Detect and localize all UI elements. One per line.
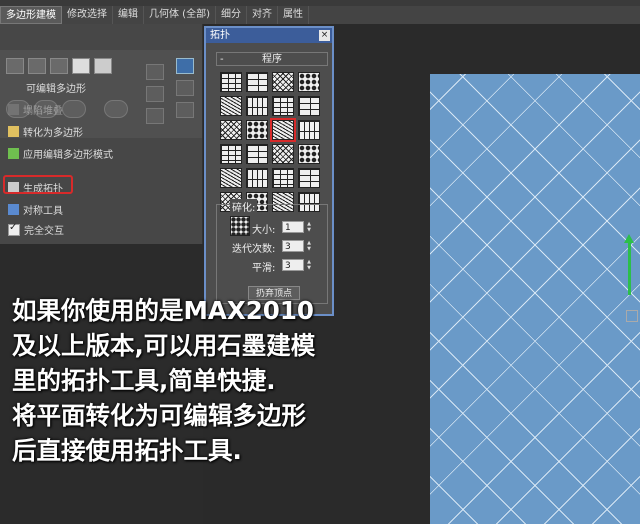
fragmentation-label: 碎化:: [230, 199, 258, 214]
tab-modify-selection[interactable]: 修改选择: [62, 6, 113, 24]
smooth-label: 平滑:: [252, 263, 276, 274]
pattern-tile[interactable]: [272, 144, 294, 164]
pattern-grid: [220, 72, 324, 212]
caption-line: 将平面转化为可编辑多边形: [12, 401, 306, 430]
polygon-mode-icon[interactable]: [72, 58, 90, 74]
smooth-spinner-arrows-icon[interactable]: ▲ ▼: [306, 259, 312, 271]
tab-edit[interactable]: 编辑: [113, 6, 144, 24]
size-label: 大小:: [252, 225, 276, 236]
tab-polygon-modeling[interactable]: 多边形建模: [0, 6, 62, 24]
pattern-tile[interactable]: [298, 96, 320, 116]
pattern-tile[interactable]: [272, 72, 294, 92]
symmetry-icon: [8, 204, 19, 215]
collapse-stack-command[interactable]: 塌陷堆叠: [8, 102, 63, 117]
pattern-tile[interactable]: [220, 72, 242, 92]
caption-line: 如果你使用的是MAX2010: [12, 296, 314, 325]
vertex-mode-icon[interactable]: [6, 58, 24, 74]
convert-to-poly-command[interactable]: 转化为多边形: [8, 124, 83, 139]
toggle-modifier-icon[interactable]: [62, 100, 86, 118]
tab-geometry-all[interactable]: 几何体 (全部): [144, 6, 216, 24]
border-mode-icon[interactable]: [50, 58, 68, 74]
symmetry-tools-command[interactable]: 对称工具: [8, 202, 63, 217]
pattern-tile[interactable]: [298, 168, 320, 188]
pin-stack-icon[interactable]: [146, 86, 164, 102]
pattern-tile[interactable]: [298, 120, 320, 140]
collapse-minus-icon: -: [220, 54, 224, 65]
editable-poly-label: 可编辑多边形: [26, 84, 86, 95]
pattern-tile[interactable]: [272, 168, 294, 188]
tab-properties[interactable]: 属性: [278, 6, 309, 24]
tutorial-caption: 如果你使用的是MAX2010 及以上版本,可以用石墨建模 里的拓扑工具,简单快捷…: [12, 293, 432, 468]
procedural-label: 程序: [262, 54, 282, 65]
ribbon-panel: 可编辑多边形 塌陷堆叠 转化为多边形 应用编辑多边形模式 生成拓扑 对称工具 完…: [0, 24, 203, 244]
dialog-title: 拓扑: [206, 28, 332, 43]
gizmo-center-icon: [626, 310, 638, 322]
pattern-tile[interactable]: [220, 168, 242, 188]
pattern-tile[interactable]: [220, 96, 242, 116]
procedural-group-header[interactable]: - 程序: [216, 52, 328, 66]
config-icon[interactable]: [146, 108, 164, 124]
tab-align[interactable]: 对齐: [247, 6, 278, 24]
plane-object[interactable]: [430, 74, 640, 524]
caption-line: 里的拓扑工具,简单快捷.: [12, 366, 276, 395]
pattern-tile-selected[interactable]: [270, 118, 296, 142]
collapse-icon: [8, 104, 19, 115]
generate-topology-highlight: [3, 175, 73, 194]
element-mode-icon[interactable]: [94, 58, 112, 74]
panel-settings-icon[interactable]: [176, 102, 194, 118]
panel-pin-icon[interactable]: [176, 80, 194, 96]
full-interactivity-label: 完全交互: [24, 226, 64, 237]
edge-mode-icon[interactable]: [28, 58, 46, 74]
ribbon-tab-bar: 多边形建模 修改选择 编辑 几何体 (全部) 细分 对齐 属性: [0, 6, 640, 24]
show-end-result-icon[interactable]: [146, 64, 164, 80]
apply-edit-poly-command[interactable]: 应用编辑多边形模式: [8, 146, 113, 161]
checkbox-checked-icon[interactable]: [8, 222, 20, 236]
full-interactivity-checkbox[interactable]: 完全交互: [8, 222, 64, 237]
pattern-tile[interactable]: [246, 72, 268, 92]
iterations-spinner[interactable]: 3: [282, 240, 304, 252]
fragmentation-pattern-icon[interactable]: [230, 216, 250, 236]
apply-edit-poly-label: 应用编辑多边形模式: [23, 150, 113, 161]
convert-to-poly-label: 转化为多边形: [23, 128, 83, 139]
caption-line: 及以上版本,可以用石墨建模: [12, 331, 316, 360]
iterations-label: 迭代次数:: [232, 244, 276, 255]
pattern-tile[interactable]: [298, 72, 320, 92]
apply-icon: [8, 148, 19, 159]
transform-gizmo-y-axis[interactable]: [628, 240, 631, 295]
convert-icon: [8, 126, 19, 137]
panel-toggle-icon[interactable]: [176, 58, 194, 74]
size-spinner-arrows-icon[interactable]: ▲ ▼: [306, 221, 312, 233]
pattern-tile[interactable]: [246, 96, 268, 116]
pattern-tile[interactable]: [220, 120, 242, 140]
smooth-spinner[interactable]: 3: [282, 259, 304, 271]
topology-dialog: 拓扑 × - 程序 碎化: 大小: 1 ▲ ▼ 迭代次数: 3 ▲ ▼ 平滑: 3 …: [204, 26, 334, 316]
pattern-tile[interactable]: [272, 96, 294, 116]
pattern-tile[interactable]: [246, 144, 268, 164]
pattern-tile[interactable]: [246, 120, 268, 140]
symmetry-tools-label: 对称工具: [23, 206, 63, 217]
close-icon[interactable]: ×: [319, 30, 330, 41]
collapse-stack-label: 塌陷堆叠: [23, 106, 63, 117]
tab-subdivision[interactable]: 细分: [216, 6, 247, 24]
size-spinner[interactable]: 1: [282, 221, 304, 233]
pattern-tile[interactable]: [298, 144, 320, 164]
caption-line: 后直接使用拓扑工具.: [12, 436, 242, 465]
use-stack-icon[interactable]: [104, 100, 128, 118]
iterations-spinner-arrows-icon[interactable]: ▲ ▼: [306, 240, 312, 252]
pattern-tile[interactable]: [220, 144, 242, 164]
pattern-tile[interactable]: [246, 168, 268, 188]
